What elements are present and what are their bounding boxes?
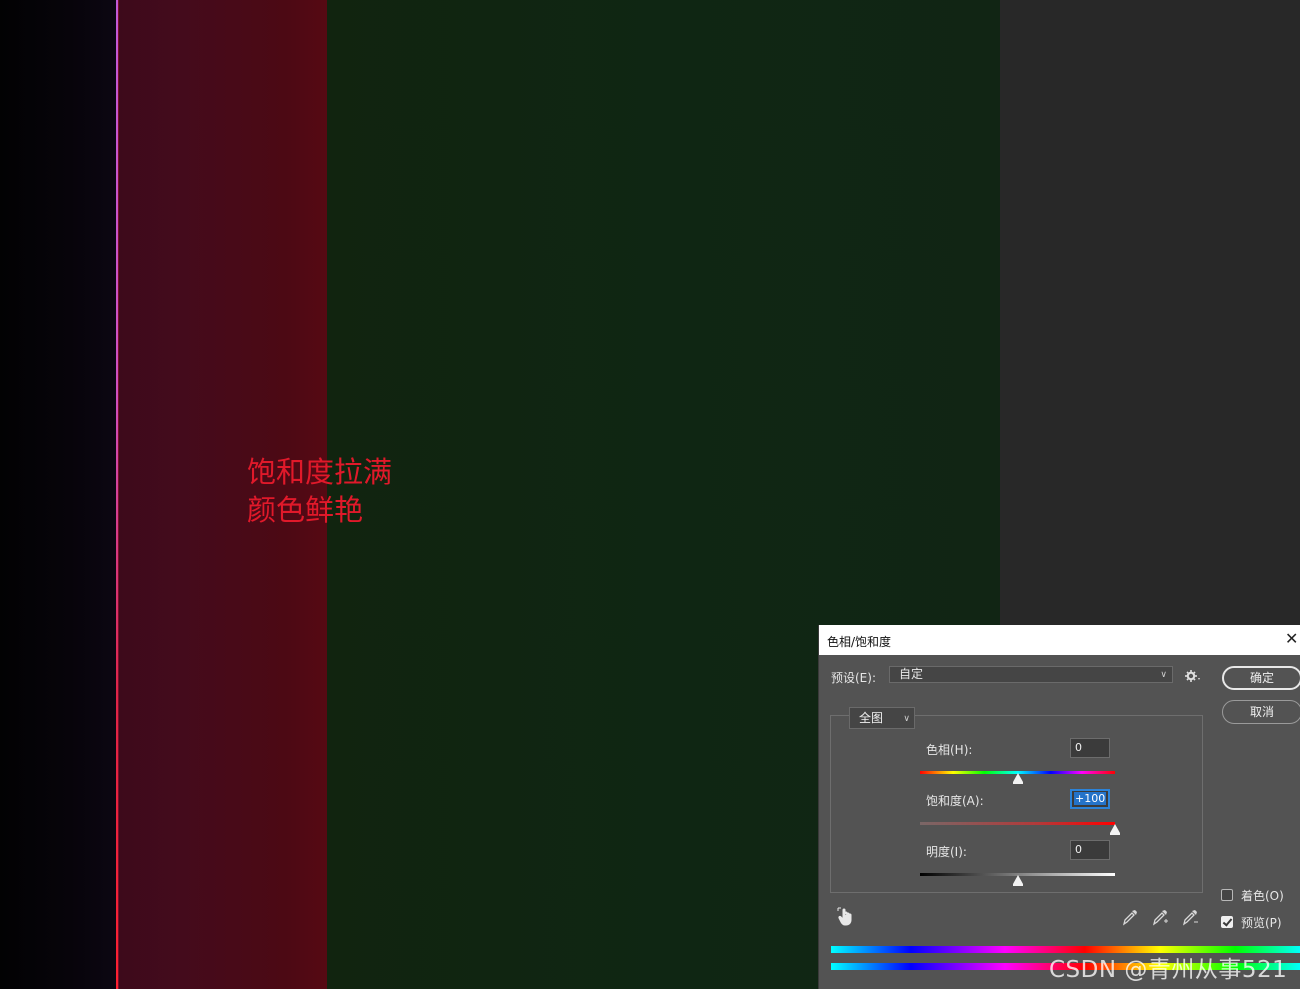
annotation-line-1: 饱和度拉满 <box>247 455 393 489</box>
hue-slider-handle[interactable] <box>1012 773 1023 784</box>
eyedropper-plus-icon[interactable] <box>1151 907 1169 927</box>
watermark-text: CSDN @青州从事521 <box>1049 957 1288 983</box>
ok-button[interactable]: 确定 <box>1222 666 1300 690</box>
preview-label: 预览(P) <box>1241 916 1282 930</box>
saturation-label: 饱和度(A): <box>926 794 984 808</box>
cancel-button[interactable]: 取消 <box>1222 700 1300 724</box>
annotation-text: 饱和度拉满 颜色鲜艳 <box>247 453 392 529</box>
preset-dropdown[interactable]: 自定 ∨ <box>889 666 1173 683</box>
eyedropper-icon[interactable] <box>1121 907 1139 927</box>
adjustment-group <box>830 715 1203 893</box>
saturation-slider-track[interactable] <box>920 822 1115 825</box>
lightness-input[interactable]: 0 <box>1070 840 1110 860</box>
dialog-titlebar[interactable]: 色相/饱和度 ✕ <box>819 625 1300 655</box>
eyedropper-minus-icon[interactable] <box>1181 907 1199 927</box>
gear-icon[interactable] <box>1185 669 1201 683</box>
hue-input[interactable]: 0 <box>1070 738 1110 758</box>
dialog-title: 色相/饱和度 <box>827 635 892 649</box>
close-icon[interactable]: ✕ <box>1285 629 1300 649</box>
saturation-input[interactable]: +100 <box>1070 789 1110 809</box>
lightness-slider-handle[interactable] <box>1012 875 1023 886</box>
colorize-checkbox[interactable] <box>1221 889 1233 901</box>
channel-value: 全图 <box>859 711 884 725</box>
hue-label: 色相(H): <box>926 743 973 757</box>
chevron-down-icon: ∨ <box>903 714 910 724</box>
lightness-label: 明度(I): <box>926 845 967 859</box>
colorize-label: 着色(O) <box>1241 889 1284 903</box>
saturation-value: +100 <box>1074 792 1107 805</box>
hue-saturation-dialog: 色相/饱和度 ✕ 预设(E): 自定 ∨ 确定 取消 全图 ∨ 色相(H): 0… <box>818 625 1300 989</box>
black-strip <box>0 0 116 989</box>
saturation-slider-handle[interactable] <box>1110 824 1120 835</box>
channel-dropdown[interactable]: 全图 ∨ <box>849 707 915 729</box>
preset-value: 自定 <box>899 667 924 681</box>
annotation-line-2: 颜色鲜艳 <box>247 493 364 527</box>
hand-target-icon[interactable] <box>837 907 855 927</box>
chevron-down-icon: ∨ <box>1160 670 1167 680</box>
preset-label: 预设(E): <box>831 671 876 685</box>
preview-checkbox[interactable] <box>1221 916 1233 928</box>
